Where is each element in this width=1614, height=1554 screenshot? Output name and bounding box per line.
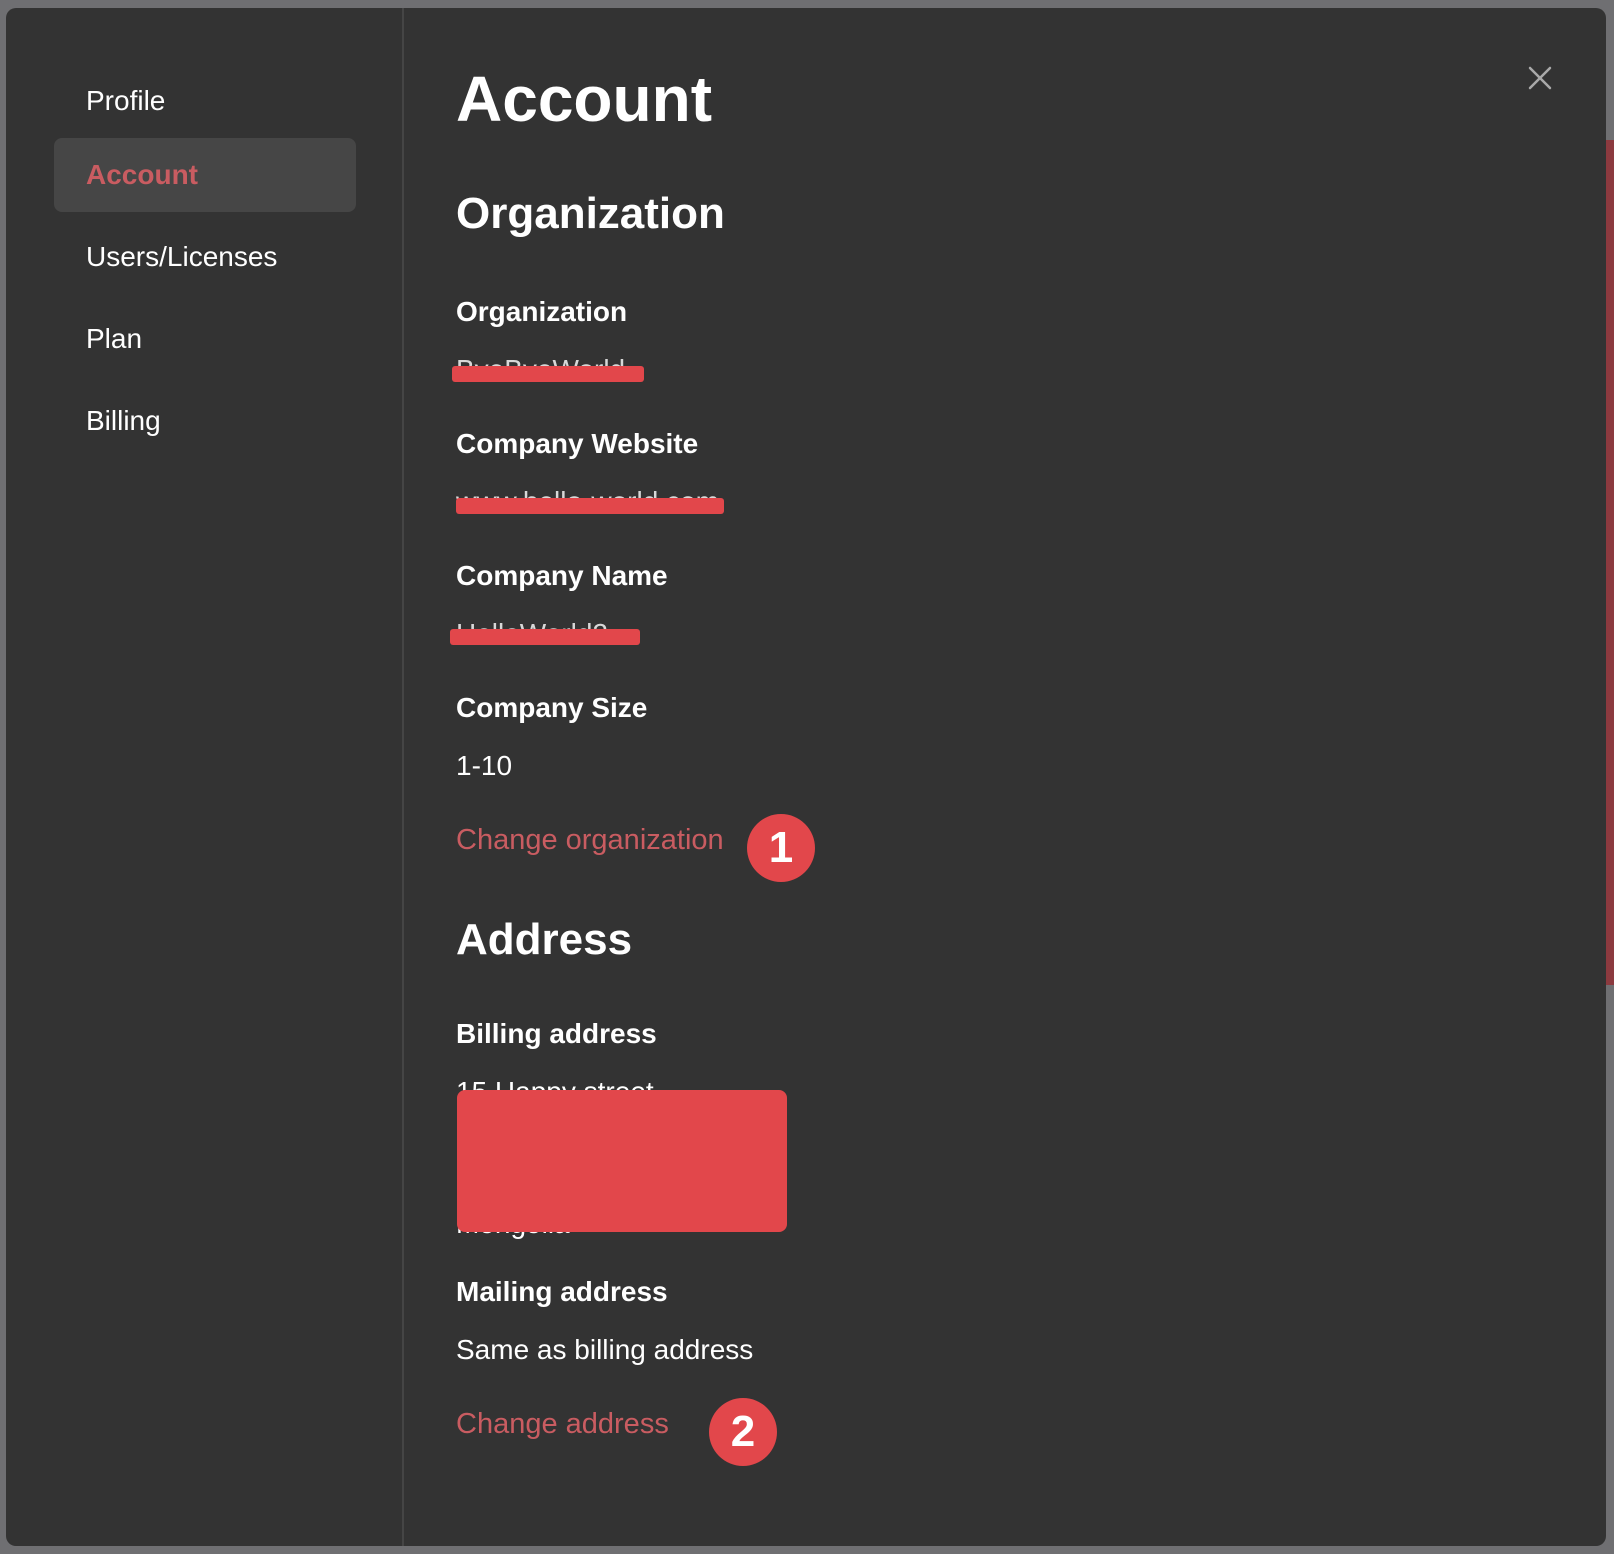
- billing-address-label: Billing address: [456, 1018, 657, 1049]
- organization-section-title: Organization: [456, 189, 725, 238]
- company-size-value: 1-10: [456, 750, 513, 781]
- sidebar-item-account[interactable]: Account: [54, 138, 356, 212]
- settings-sidebar: Profile Account Users/Licenses Plan Bill…: [6, 8, 404, 1546]
- company-size-label: Company Size: [456, 692, 648, 723]
- sidebar-item-plan[interactable]: Plan: [54, 302, 356, 376]
- company-website-redaction: [456, 498, 724, 514]
- annotation-badge-2: 2: [709, 1398, 777, 1466]
- address-section-title: Address: [456, 915, 633, 964]
- change-organization-link[interactable]: Change organization: [456, 824, 724, 857]
- company-website-label: Company Website: [456, 428, 699, 459]
- settings-modal: Profile Account Users/Licenses Plan Bill…: [6, 8, 1606, 1546]
- sidebar-item-users-licenses[interactable]: Users/Licenses: [54, 220, 356, 294]
- organization-redaction: [452, 366, 644, 382]
- company-name-redaction: [450, 629, 640, 645]
- annotation-badge-1: 1: [747, 814, 815, 882]
- mailing-address-value: Same as billing address: [456, 1334, 754, 1365]
- organization-label: Organization: [456, 296, 628, 327]
- page-title: Account: [456, 63, 712, 135]
- mailing-address-label: Mailing address: [456, 1276, 668, 1307]
- company-name-label: Company Name: [456, 560, 668, 591]
- change-address-link[interactable]: Change address: [456, 1408, 669, 1441]
- sidebar-item-profile[interactable]: Profile: [54, 64, 356, 138]
- billing-address-redaction: [457, 1090, 787, 1232]
- account-content: Account Organization Organization ByeBye…: [450, 8, 1606, 1546]
- sidebar-item-billing[interactable]: Billing: [54, 384, 356, 458]
